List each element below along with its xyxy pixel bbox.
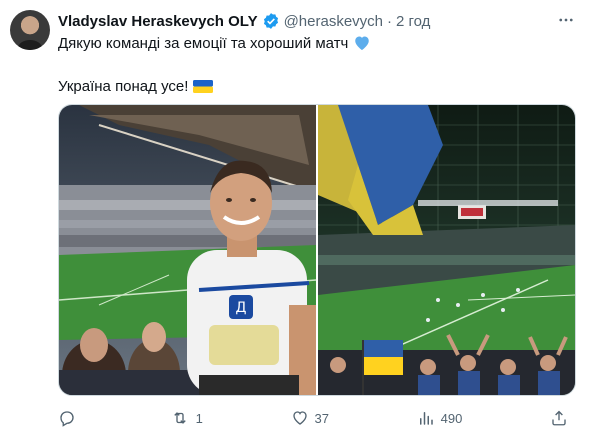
avatar[interactable] [10,10,50,50]
verified-badge-icon [262,12,280,30]
author-handle[interactable]: @heraskevych [284,13,383,30]
stadium-photo[interactable] [318,105,575,395]
tweet-line-2: Україна понад усе! [58,77,578,100]
reply-button[interactable] [58,409,82,427]
tweet-line-1-text: Дякую команді за емоції та хороший матч [58,35,349,52]
ukraine-flag-icon [192,79,213,100]
reply-icon [58,409,76,427]
blue-heart-icon [353,34,371,57]
retweet-icon [170,409,190,427]
share-icon [550,409,568,427]
share-button[interactable] [550,409,574,427]
like-button[interactable]: 37 [291,409,329,427]
author-name[interactable]: Vladyslav Heraskevych OLY [58,13,258,30]
heart-icon [291,409,309,427]
svg-text:Д: Д [236,300,247,316]
tweet-header: Vladyslav Heraskevych OLY @heraskevych ·… [58,11,580,31]
action-bar: 1 37 490 [58,404,574,432]
selfie-photo[interactable]: Д [59,105,316,395]
separator-dot: · [387,12,393,30]
views-count: 490 [440,410,463,426]
like-count: 37 [314,410,329,426]
timestamp[interactable]: 2 год [396,13,430,30]
tweet-text: Дякую команді за емоції та хороший матч … [58,34,578,100]
views-chart-icon [417,409,435,427]
tweet-line-1: Дякую команді за емоції та хороший матч [58,34,578,57]
retweet-button[interactable]: 1 [170,409,203,427]
views-button[interactable]: 490 [417,409,463,427]
more-options-icon[interactable] [556,10,576,30]
tweet-line-2-text: Україна понад усе! [58,78,189,95]
retweet-count: 1 [195,410,203,426]
media-grid: Д [58,104,576,396]
